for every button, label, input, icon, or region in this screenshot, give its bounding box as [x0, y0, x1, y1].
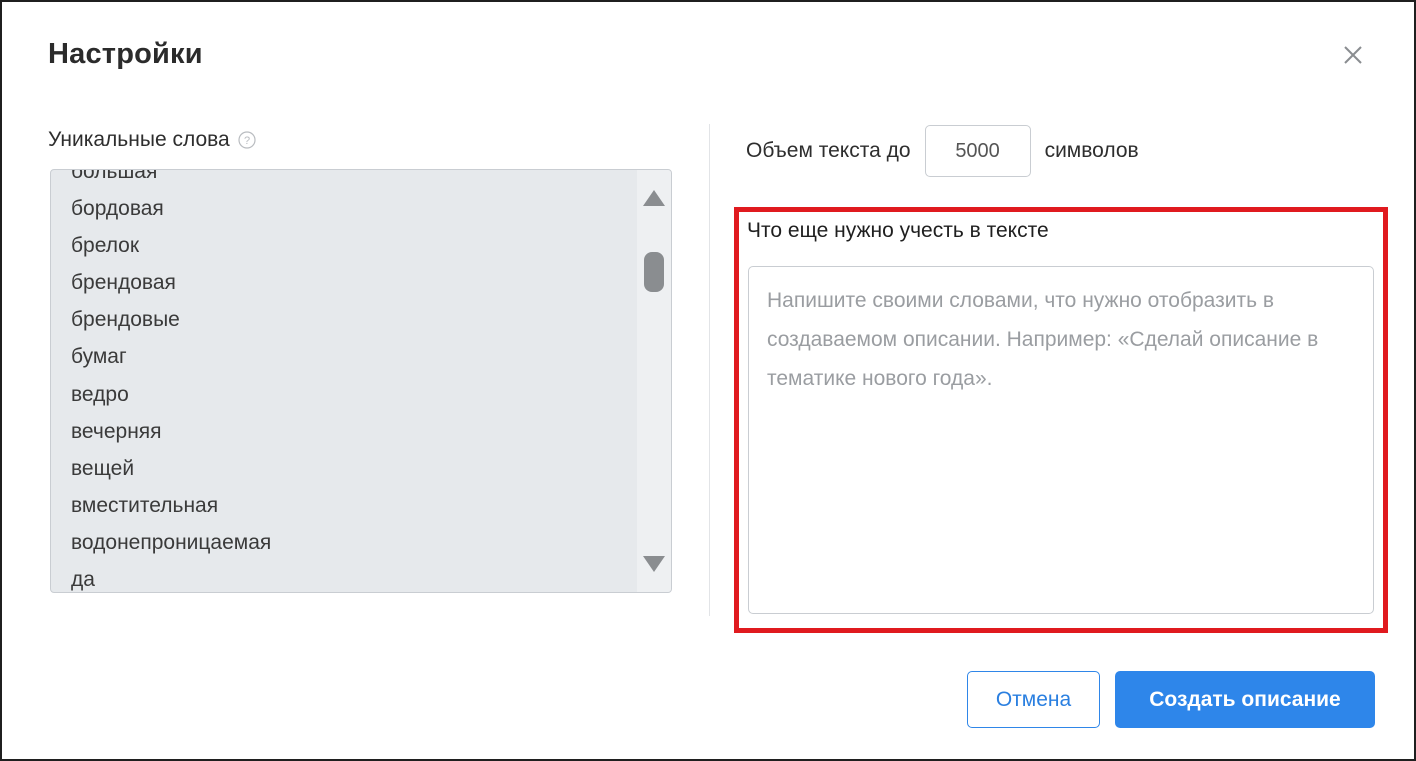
scroll-thumb[interactable]	[644, 252, 664, 292]
word-list-item[interactable]: брелок	[51, 227, 636, 264]
word-list-item[interactable]: брендовая	[51, 264, 636, 301]
word-list-item[interactable]: брендовые	[51, 301, 636, 338]
word-list-item[interactable]: бумаг	[51, 338, 636, 375]
word-list-item[interactable]: бордовая	[51, 190, 636, 227]
close-button[interactable]	[1336, 38, 1370, 72]
word-list-item[interactable]: вместительная	[51, 487, 636, 524]
extra-requirements-label: Что еще нужно учесть в тексте	[747, 219, 1049, 242]
text-volume-row: Объем текста до символов	[746, 124, 1139, 178]
word-list-item[interactable]: вещей	[51, 450, 636, 487]
word-list-item[interactable]: вечерняя	[51, 413, 636, 450]
question-circle-icon[interactable]: ?	[238, 131, 256, 149]
text-volume-suffix: символов	[1044, 139, 1139, 162]
triangle-down-icon	[643, 556, 665, 572]
extra-requirements-textarea[interactable]	[748, 266, 1374, 614]
text-volume-input[interactable]	[924, 125, 1031, 177]
column-divider	[709, 124, 710, 616]
svg-text:?: ?	[244, 135, 250, 147]
word-list-item[interactable]: водонепроницаемая	[51, 524, 636, 561]
word-list-item[interactable]: ведро	[51, 376, 636, 413]
unique-words-label-text: Уникальные слова	[48, 128, 230, 151]
unique-words-label: Уникальные слова ?	[48, 128, 256, 152]
scroll-down-button[interactable]	[642, 554, 666, 574]
triangle-up-icon	[643, 190, 665, 206]
settings-dialog: Настройки Уникальные слова ? большая борд…	[0, 0, 1416, 761]
scrollbar[interactable]	[637, 170, 671, 592]
create-description-button[interactable]: Создать описание	[1115, 671, 1375, 728]
cancel-button[interactable]: Отмена	[967, 671, 1100, 728]
close-icon	[1344, 46, 1362, 64]
word-list-item[interactable]: большая	[51, 170, 636, 190]
unique-words-items: большая бордовая брелок брендовая брендовые б…	[51, 170, 636, 592]
text-volume-prefix: Объем текста до	[746, 139, 911, 162]
word-list-item[interactable]: да	[51, 561, 636, 592]
dialog-title: Настройки	[48, 38, 203, 70]
unique-words-list[interactable]: большая бордовая брелок брендовая брендовые б…	[50, 169, 672, 593]
scroll-up-button[interactable]	[642, 188, 666, 208]
